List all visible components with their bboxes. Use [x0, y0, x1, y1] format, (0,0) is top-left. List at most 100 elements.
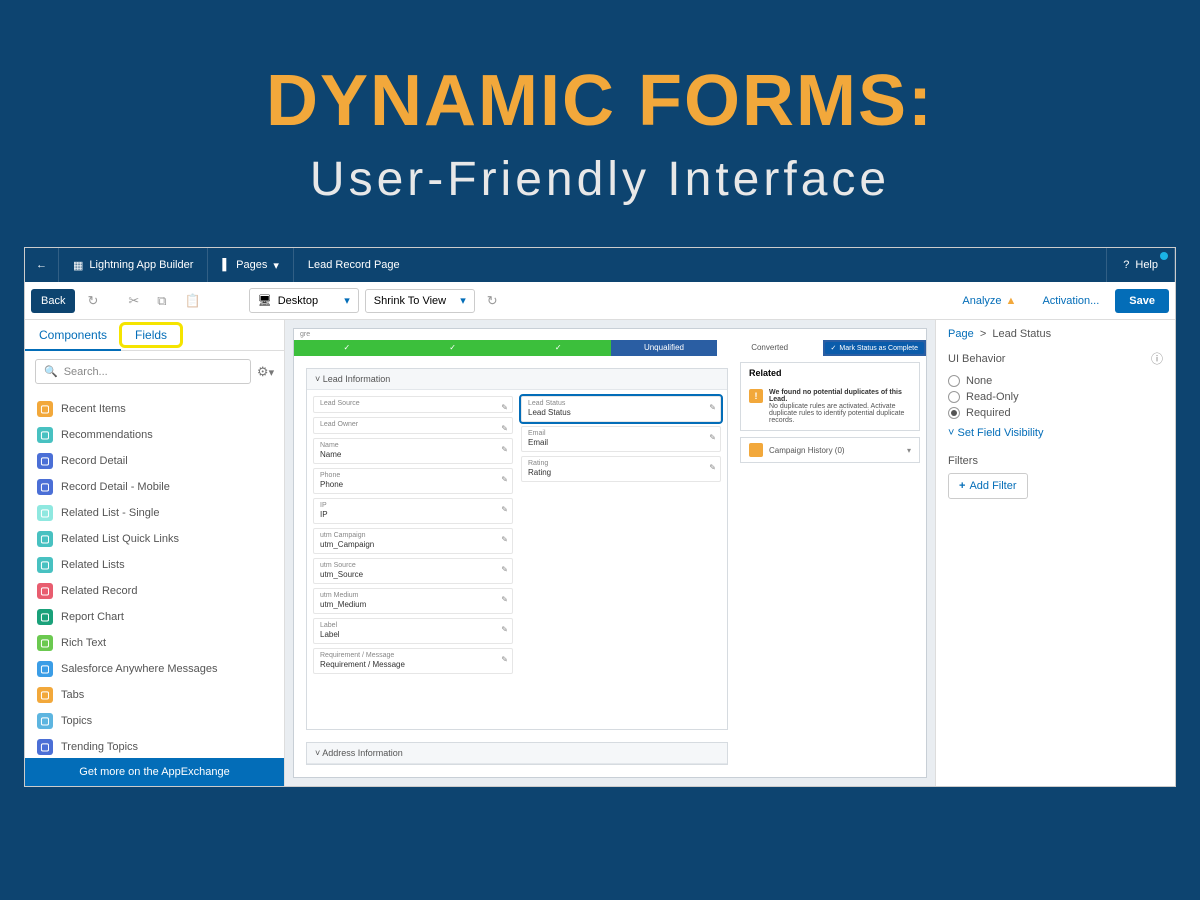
tab-components[interactable]: Components	[25, 320, 121, 350]
right-panel: Page > Lead Status UI Behavior ⓘ NoneRea…	[935, 320, 1175, 786]
nav-back-button[interactable]: ←	[25, 248, 59, 282]
redo-icon[interactable]: ↻	[81, 289, 104, 313]
path-step[interactable]: Converted	[717, 340, 823, 356]
pencil-icon[interactable]: ✎	[501, 403, 508, 412]
related-card[interactable]: Related ! We found no potential duplicat…	[740, 362, 920, 431]
refresh-icon[interactable]: ↻	[481, 289, 504, 313]
pencil-icon[interactable]: ✎	[501, 445, 508, 454]
field[interactable]: RatingRating✎	[521, 456, 721, 482]
add-filter-button[interactable]: + Add Filter	[948, 473, 1028, 499]
component-item[interactable]: ▢Rich Text	[31, 630, 278, 656]
component-item[interactable]: ▢Related List Quick Links	[31, 526, 278, 552]
back-button[interactable]: Back	[31, 289, 75, 313]
pencil-icon[interactable]: ✎	[501, 655, 508, 664]
field[interactable]: Lead StatusLead Status✎	[521, 396, 721, 422]
left-tabs: Components Fields	[25, 320, 284, 351]
component-item[interactable]: ▢Topics	[31, 708, 278, 734]
field[interactable]: utm Campaignutm_Campaign✎	[313, 528, 513, 554]
component-item[interactable]: ▢Tabs	[31, 682, 278, 708]
tab-fields[interactable]: Fields	[121, 320, 181, 350]
pencil-icon[interactable]: ✎	[709, 433, 716, 442]
pencil-icon[interactable]: ✎	[501, 424, 508, 433]
alert-title: We found no potential duplicates of this…	[769, 389, 911, 403]
path-step[interactable]: ✓	[505, 340, 611, 356]
paste-icon[interactable]: 📋	[179, 289, 207, 313]
pencil-icon[interactable]: ✎	[501, 565, 508, 574]
field[interactable]: Lead Owner✎	[313, 417, 513, 434]
hero-subtitle: User-Friendly Interface	[0, 152, 1200, 207]
path-component[interactable]: ✓ ✓ ✓ Unqualified Converted ✓ Mark Statu…	[294, 340, 926, 356]
field[interactable]: EmailEmail✎	[521, 426, 721, 452]
component-item[interactable]: ▢Salesforce Anywhere Messages	[31, 656, 278, 682]
radio-option[interactable]: Read-Only	[948, 389, 1163, 405]
pencil-icon[interactable]: ✎	[709, 463, 716, 472]
component-item[interactable]: ▢Related Record	[31, 578, 278, 604]
cut-icon[interactable]: ✂	[122, 289, 145, 313]
field[interactable]: utm Mediumutm_Medium✎	[313, 588, 513, 614]
component-item[interactable]: ▢Record Detail - Mobile	[31, 474, 278, 500]
chevron-down-icon[interactable]: ▾	[907, 446, 911, 455]
set-field-visibility[interactable]: Set Field Visibility	[948, 421, 1163, 445]
help-button[interactable]: ? Help	[1107, 248, 1175, 282]
path-step[interactable]: ✓	[294, 340, 400, 356]
component-item[interactable]: ▢Related List - Single	[31, 500, 278, 526]
pencil-icon[interactable]: ✎	[501, 625, 508, 634]
component-item[interactable]: ▢Recent Items	[31, 396, 278, 422]
component-item[interactable]: ▢Trending Topics	[31, 734, 278, 758]
zoom-select[interactable]: Shrink To View	[365, 289, 475, 313]
add-filter-label: Add Filter	[969, 480, 1016, 492]
info-icon[interactable]: ⓘ	[1151, 350, 1163, 367]
field-value	[320, 428, 506, 430]
field-label: Email	[528, 430, 714, 437]
search-input[interactable]: 🔍 Search...	[35, 359, 251, 384]
pencil-icon[interactable]: ✎	[501, 595, 508, 604]
save-button[interactable]: Save	[1115, 289, 1169, 313]
field[interactable]: IPIP✎	[313, 498, 513, 524]
desktop-icon: 🖥	[258, 294, 272, 307]
address-section[interactable]: Address Information	[306, 742, 728, 765]
activation-button[interactable]: Activation...	[1032, 289, 1109, 313]
component-item[interactable]: ▢Report Chart	[31, 604, 278, 630]
field[interactable]: Requirement / MessageRequirement / Messa…	[313, 648, 513, 674]
path-step[interactable]: ✓	[400, 340, 506, 356]
field[interactable]: utm Sourceutm_Source✎	[313, 558, 513, 584]
lead-info-section[interactable]: Lead Information Lead Source✎ Lead Owner✎…	[306, 368, 728, 730]
app-name[interactable]: ▦ Lightning App Builder	[59, 248, 208, 282]
pencil-icon[interactable]: ✎	[501, 505, 508, 514]
section-header[interactable]: Lead Information	[307, 369, 727, 390]
pencil-icon[interactable]: ✎	[501, 535, 508, 544]
radio-icon	[948, 375, 960, 387]
related-header: Related	[741, 363, 919, 383]
field[interactable]: LabelLabel✎	[313, 618, 513, 644]
component-item[interactable]: ▢Related Lists	[31, 552, 278, 578]
component-list[interactable]: ▢Recent Items▢Recommendations▢Record Det…	[25, 392, 284, 758]
device-select[interactable]: 🖥 Desktop	[249, 288, 359, 313]
copy-icon[interactable]: ⧉	[151, 289, 172, 313]
component-item[interactable]: ▢Record Detail	[31, 448, 278, 474]
field[interactable]: NameName✎	[313, 438, 513, 464]
crumb-page-link[interactable]: Page	[948, 328, 974, 340]
component-label: Related List Quick Links	[61, 533, 179, 545]
mark-complete-button[interactable]: ✓ Mark Status as Complete	[825, 342, 924, 354]
field-value: Lead Status	[528, 407, 714, 418]
warning-icon: ▲	[1006, 295, 1017, 307]
radio-option[interactable]: Required	[948, 405, 1163, 421]
gear-icon[interactable]: ⚙▾	[257, 364, 274, 380]
pencil-icon[interactable]: ✎	[709, 403, 716, 412]
field[interactable]: Lead Source✎	[313, 396, 513, 413]
analyze-button[interactable]: Analyze ▲	[952, 289, 1026, 313]
section-header[interactable]: Address Information	[307, 743, 727, 764]
component-item[interactable]: ▢Recommendations	[31, 422, 278, 448]
campaign-history-card[interactable]: Campaign History (0) ▾	[740, 437, 920, 463]
ui-behavior-header: UI Behavior ⓘ	[948, 350, 1163, 367]
device-label: Desktop	[278, 295, 318, 307]
page-title: Lead Record Page	[294, 248, 1107, 282]
canvas[interactable]: gre ✓ ✓ ✓ Unqualified Converted ✓ Mark S…	[285, 320, 935, 786]
radio-option[interactable]: None	[948, 373, 1163, 389]
appexchange-link[interactable]: Get more on the AppExchange	[25, 758, 284, 786]
alert-icon: !	[749, 389, 763, 403]
path-step-current[interactable]: Unqualified	[611, 340, 717, 356]
pencil-icon[interactable]: ✎	[501, 475, 508, 484]
field[interactable]: PhonePhone✎	[313, 468, 513, 494]
pages-dropdown[interactable]: ▌ Pages ▾	[208, 248, 294, 282]
